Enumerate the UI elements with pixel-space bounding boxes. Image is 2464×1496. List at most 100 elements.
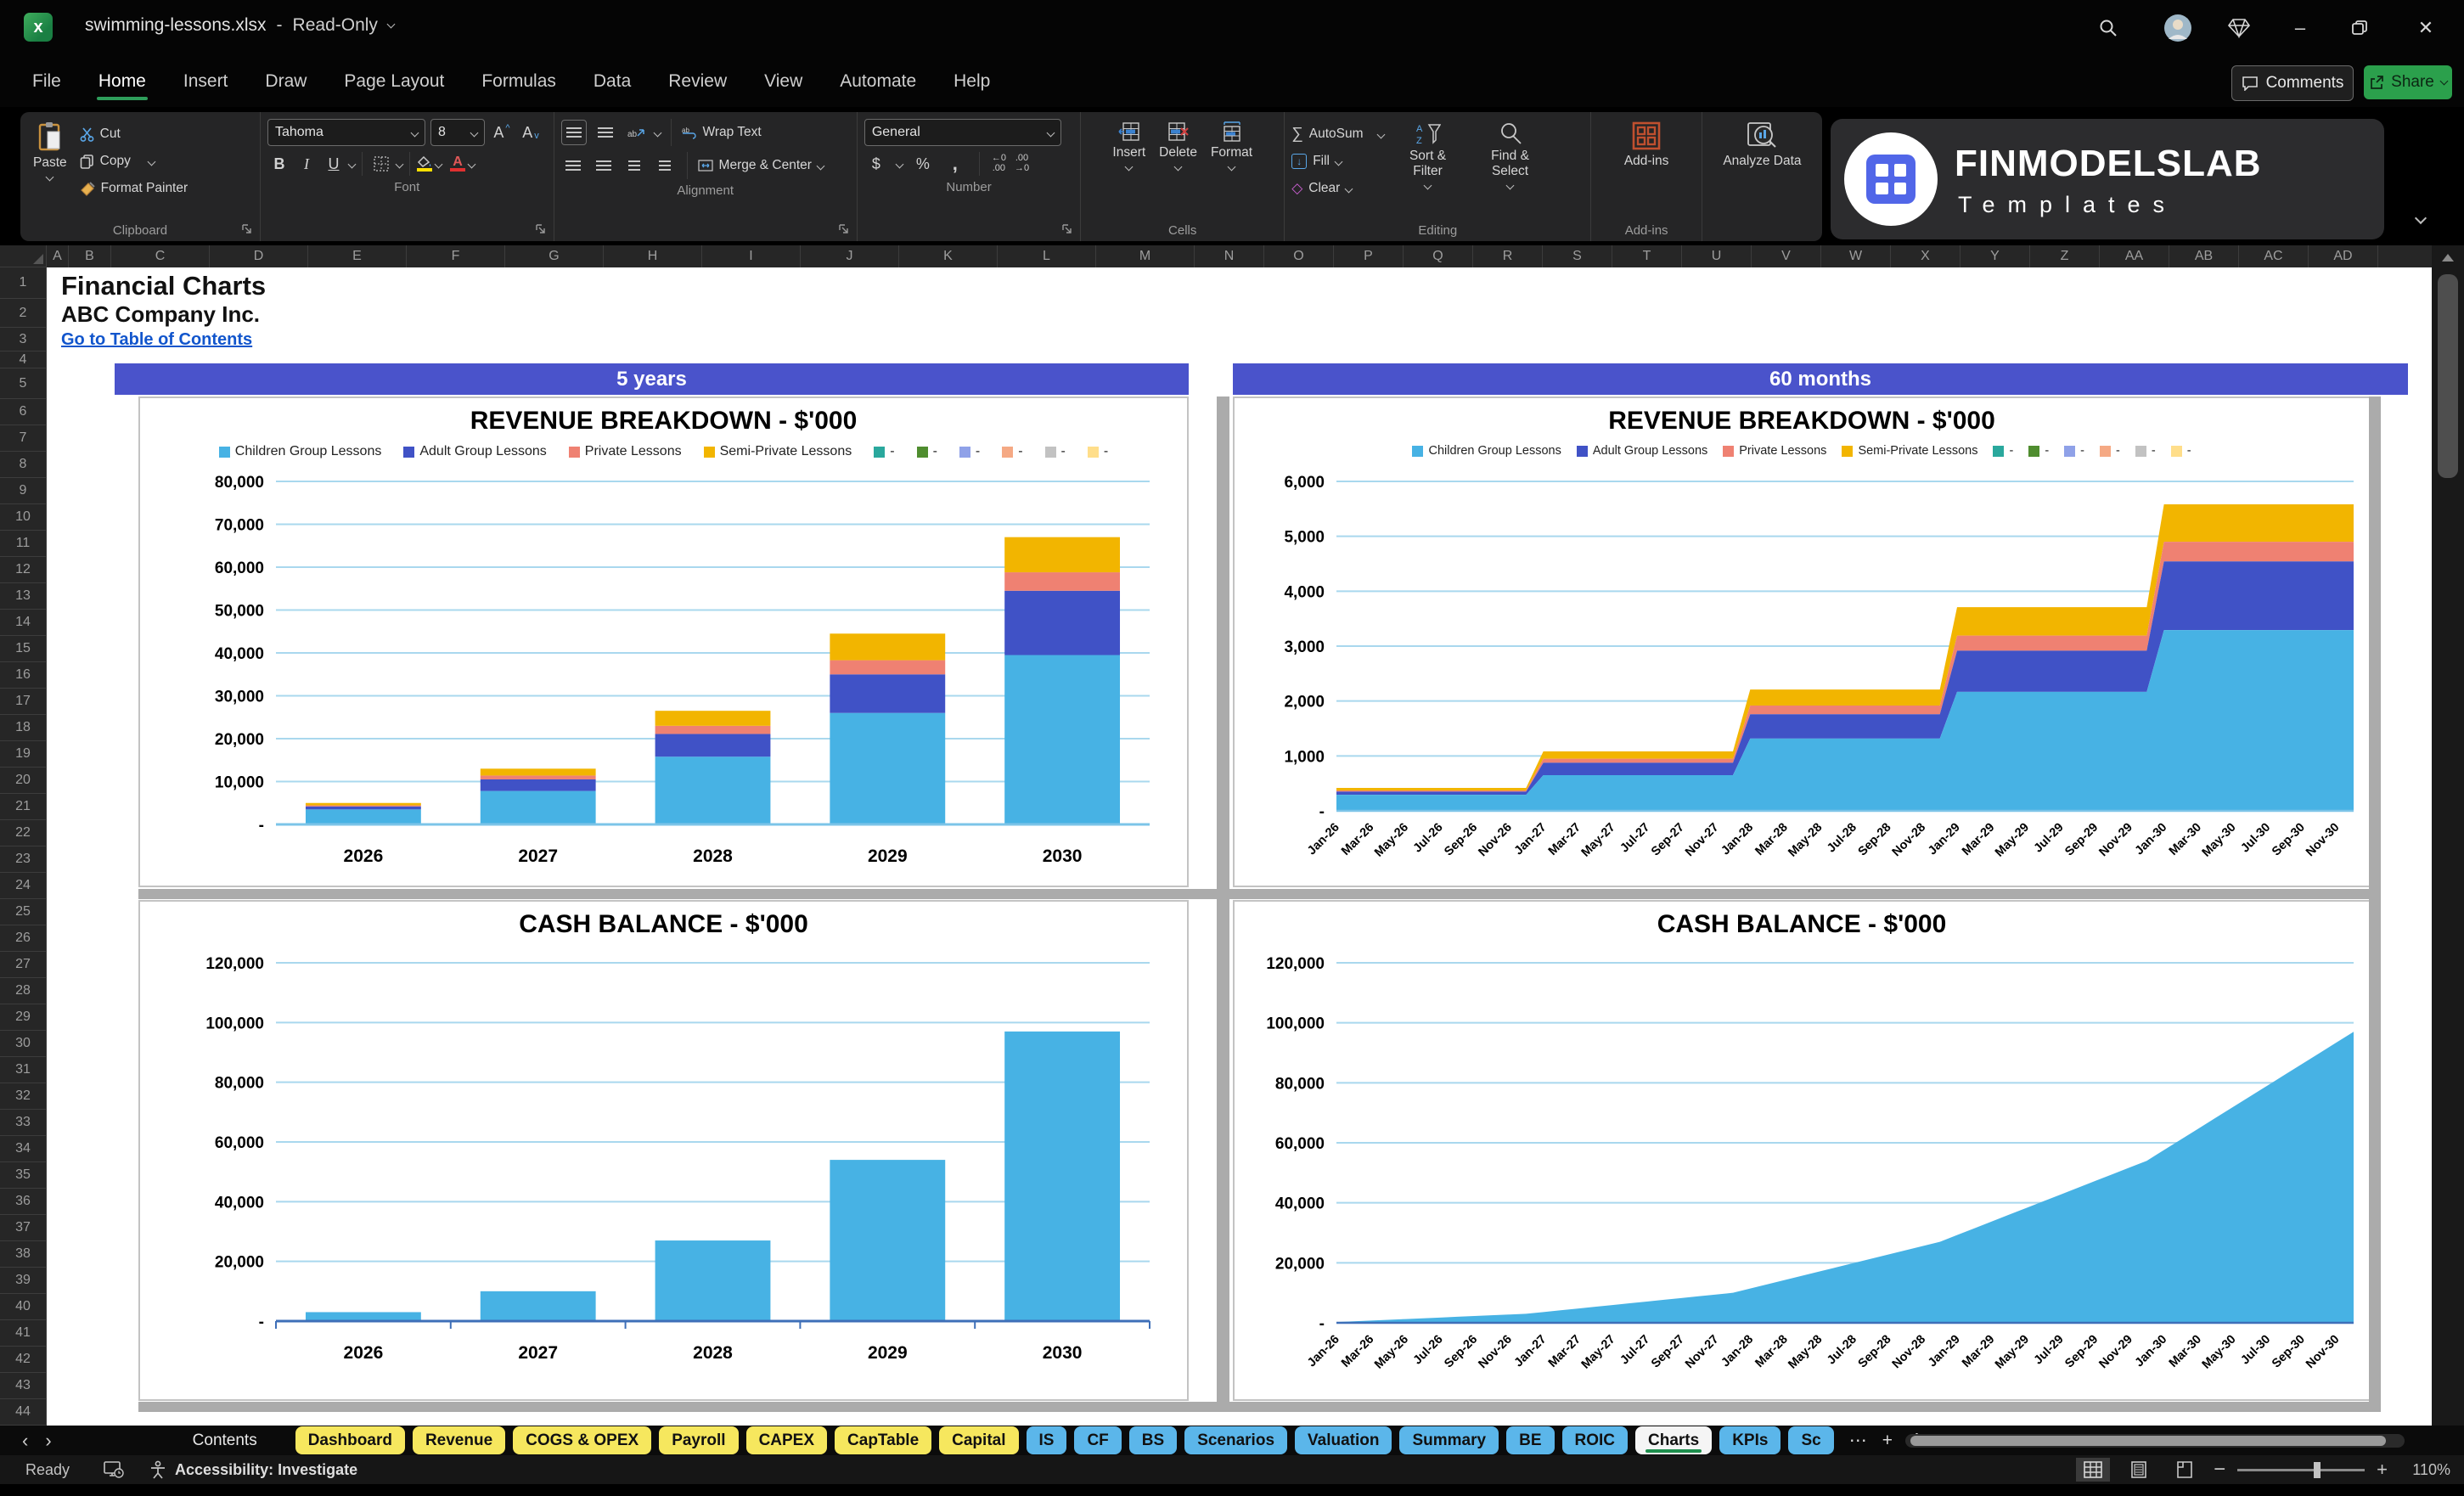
column-header-R[interactable]: R [1473,245,1543,267]
column-header-P[interactable]: P [1334,245,1404,267]
share-button[interactable]: Share [2364,65,2452,99]
row-header-37[interactable]: 37 [0,1215,47,1241]
menu-tab-review[interactable]: Review [667,66,729,97]
row-header-25[interactable]: 25 [0,899,47,925]
sheet-tab-is[interactable]: IS [1026,1426,1067,1454]
menu-tab-formulas[interactable]: Formulas [480,66,558,97]
row-header-15[interactable]: 15 [0,636,47,662]
copy-button[interactable]: Copy [80,148,188,175]
bold-button[interactable]: B [267,152,291,176]
font-color-button[interactable]: A [449,155,465,172]
number-dialog-launcher-icon[interactable] [1062,224,1073,235]
column-header-W[interactable]: W [1821,245,1891,267]
menu-tab-data[interactable]: Data [592,66,633,97]
italic-button[interactable]: I [295,152,318,176]
row-header-5[interactable]: 5 [0,368,47,399]
delete-cells-button[interactable]: Delete [1153,119,1203,172]
chevron-down-icon[interactable] [895,160,904,168]
minimize-button[interactable]: – [2286,14,2315,42]
menu-tab-home[interactable]: Home [96,66,148,100]
column-header-AB[interactable]: AB [2169,245,2239,267]
horizontal-scrollbar[interactable] [1905,1434,2405,1448]
row-header-39[interactable]: 39 [0,1268,47,1294]
column-header-K[interactable]: K [899,245,998,267]
row-headers[interactable]: 1 2 3 4 5 6 7 8 9 10 11 12 13 14 15 16 17 18 19 20 21 22 23 24 2… [0,267,47,1426]
zoom-slider[interactable] [2237,1461,2366,1478]
row-header-32[interactable]: 32 [0,1083,47,1110]
percent-style-button[interactable]: % [911,152,935,176]
sheet-tab-sc[interactable]: Sc [1788,1426,1834,1454]
format-painter-button[interactable]: Format Painter [80,175,188,202]
row-header-22[interactable]: 22 [0,820,47,846]
row-header-26[interactable]: 26 [0,925,47,952]
decrease-decimal-button[interactable]: .00 →0 [1015,154,1029,173]
sheet-tab-payroll[interactable]: Payroll [659,1426,739,1454]
increase-indent-button[interactable] [653,154,677,177]
row-header-7[interactable]: 7 [0,425,47,452]
menu-tab-draw[interactable]: Draw [263,66,308,97]
sheet-tab-be[interactable]: BE [1506,1426,1555,1454]
column-header-Z[interactable]: Z [2030,245,2100,267]
row-header-42[interactable]: 42 [0,1347,47,1373]
row-header-41[interactable]: 41 [0,1320,47,1347]
menu-tab-page-layout[interactable]: Page Layout [342,66,446,97]
column-header-Q[interactable]: Q [1404,245,1473,267]
row-header-6[interactable]: 6 [0,399,47,425]
vertical-scrollbar[interactable] [2432,245,2464,1426]
paste-button[interactable]: Paste [27,119,73,183]
column-header-U[interactable]: U [1682,245,1752,267]
select-all-corner[interactable] [0,245,47,267]
row-header-23[interactable]: 23 [0,846,47,873]
menu-tab-insert[interactable]: Insert [182,66,230,97]
zoom-level[interactable]: 110% [2399,1461,2450,1479]
menu-tab-automate[interactable]: Automate [838,66,918,97]
row-header-1[interactable]: 1 [0,267,47,299]
row-header-38[interactable]: 38 [0,1241,47,1268]
row-header-30[interactable]: 30 [0,1031,47,1057]
search-icon[interactable] [2094,14,2123,42]
fill-button[interactable]: ↓ Fill [1291,148,1383,175]
column-header-A[interactable]: A [47,245,69,267]
new-sheet-icon[interactable]: + [1882,1431,1893,1451]
sheet-tab-capex[interactable]: CAPEX [745,1426,828,1454]
row-header-19[interactable]: 19 [0,741,47,768]
sheet-tab-bs[interactable]: BS [1128,1426,1178,1454]
row-header-17[interactable]: 17 [0,689,47,715]
restore-button[interactable] [2345,14,2374,42]
chevron-down-icon[interactable] [467,160,476,168]
column-header-F[interactable]: F [407,245,505,267]
zoom-slider-thumb[interactable] [2314,1461,2321,1478]
sheet-tab-scenarios[interactable]: Scenarios [1184,1426,1288,1454]
row-header-2[interactable]: 2 [0,299,47,328]
sheet-tab-roic[interactable]: ROIC [1561,1426,1628,1454]
row-header-40[interactable]: 40 [0,1294,47,1320]
accessibility-icon[interactable] [149,1460,166,1479]
zoom-in-button[interactable]: + [2377,1459,2388,1481]
row-header-13[interactable]: 13 [0,583,47,610]
row-header-35[interactable]: 35 [0,1162,47,1189]
row-header-20[interactable]: 20 [0,768,47,794]
font-dialog-launcher-icon[interactable] [535,224,547,235]
column-header-C[interactable]: C [111,245,210,267]
grow-font-button[interactable]: A ^ [490,121,514,144]
row-header-12[interactable]: 12 [0,557,47,583]
borders-button[interactable] [369,152,393,176]
shrink-font-button[interactable]: Av [519,121,543,144]
vertical-scrollbar-thumb[interactable] [2438,274,2458,478]
row-header-16[interactable]: 16 [0,662,47,689]
decrease-indent-button[interactable] [622,154,646,177]
addins-button[interactable]: Add-ins [1618,119,1675,172]
column-header-AC[interactable]: AC [2239,245,2309,267]
worksheet[interactable]: Financial Charts ABC Company Inc. Go to … [47,267,2432,1426]
sort-filter-button[interactable]: AZ Sort & Filter [1391,119,1465,191]
sheet-nav-left-icon[interactable]: ‹ [22,1430,28,1452]
row-header-44[interactable]: 44 [0,1399,47,1426]
row-header-9[interactable]: 9 [0,478,47,504]
sheet-tab-contents[interactable]: Contents [193,1431,257,1450]
chevron-down-icon[interactable] [395,160,404,168]
alignment-dialog-launcher-icon[interactable] [839,224,850,235]
cut-button[interactable]: Cut [80,121,188,148]
font-family-select[interactable]: Tahoma [267,119,425,146]
comments-button[interactable]: Comments [2231,65,2354,101]
column-header-G[interactable]: G [505,245,604,267]
